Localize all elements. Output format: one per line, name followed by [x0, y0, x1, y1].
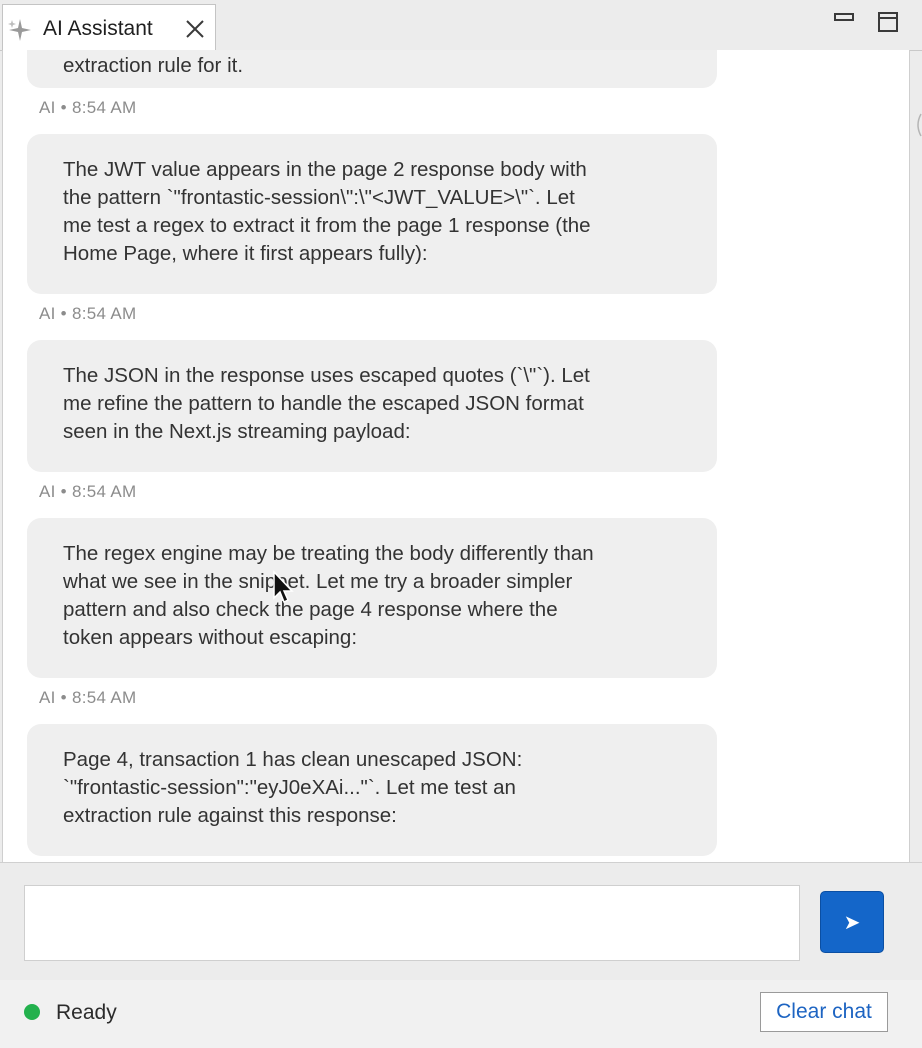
message-line: me refine the pattern to handle the esca…	[63, 392, 584, 415]
message-line: Home Page, where it first appears fully)…	[63, 242, 428, 265]
view-tab-bar: AI Assistant	[0, 0, 922, 51]
maximize-icon[interactable]	[876, 10, 900, 34]
message-line: pattern and also check the page 4 respon…	[63, 598, 558, 621]
chat-transcript[interactable]: extraction rule for it. AI • 8:54 AM The…	[2, 50, 910, 862]
message-line: The JWT value appears in the page 2 resp…	[63, 158, 587, 181]
message-line: The JSON in the response uses escaped qu…	[63, 364, 590, 387]
edge-chevron-icon	[917, 113, 922, 137]
message-line: Page 4, transaction 1 has clean unescape…	[63, 748, 523, 771]
send-button[interactable]: ➤	[820, 891, 884, 953]
message-meta: AI • 8:54 AM	[39, 98, 137, 117]
message-line: The regex engine may be treating the bod…	[63, 542, 594, 565]
status-bar: Ready Clear chat	[0, 980, 922, 1048]
message-bubble: The JSON in the response uses escaped qu…	[27, 340, 717, 472]
message-bubble: The JWT value appears in the page 2 resp…	[27, 134, 717, 294]
close-icon[interactable]	[183, 17, 207, 41]
status-text: Ready	[56, 1001, 117, 1024]
message-line: what we see in the snippet. Let me try a…	[63, 570, 573, 593]
message-line: token appears without escaping:	[63, 626, 358, 649]
message-line: the pattern `"frontastic-session\":\"<JW…	[63, 186, 575, 209]
tab-ai-assistant[interactable]: AI Assistant	[2, 4, 216, 50]
message-meta: AI • 8:54 AM	[39, 304, 137, 323]
message-meta: AI • 8:54 AM	[39, 688, 137, 707]
message-line: me test a regex to extract it from the p…	[63, 214, 591, 237]
message-line: extraction rule for it.	[63, 54, 244, 77]
message-line: extraction rule against this response:	[63, 804, 397, 827]
chat-input[interactable]	[24, 885, 800, 961]
mouse-cursor-icon	[273, 570, 294, 604]
message-line: seen in the Next.js streaming payload:	[63, 420, 411, 443]
clear-chat-button[interactable]: Clear chat	[760, 992, 888, 1032]
tab-title: AI Assistant	[43, 17, 153, 40]
message-bubble: Page 4, transaction 1 has clean unescape…	[27, 724, 717, 856]
message-bubble: The regex engine may be treating the bod…	[27, 518, 717, 678]
message-meta: AI • 8:54 AM	[39, 482, 137, 501]
sparkle-icon	[8, 19, 31, 41]
status-indicator-icon	[24, 1004, 40, 1020]
send-arrow-icon: ➤	[843, 910, 861, 934]
message-line: `"frontastic-session":"eyJ0eXAi..."`. Le…	[63, 776, 516, 799]
chat-input-area: ➤	[0, 862, 922, 981]
message-bubble: extraction rule for it.	[27, 50, 717, 88]
minimize-icon[interactable]	[832, 10, 856, 34]
